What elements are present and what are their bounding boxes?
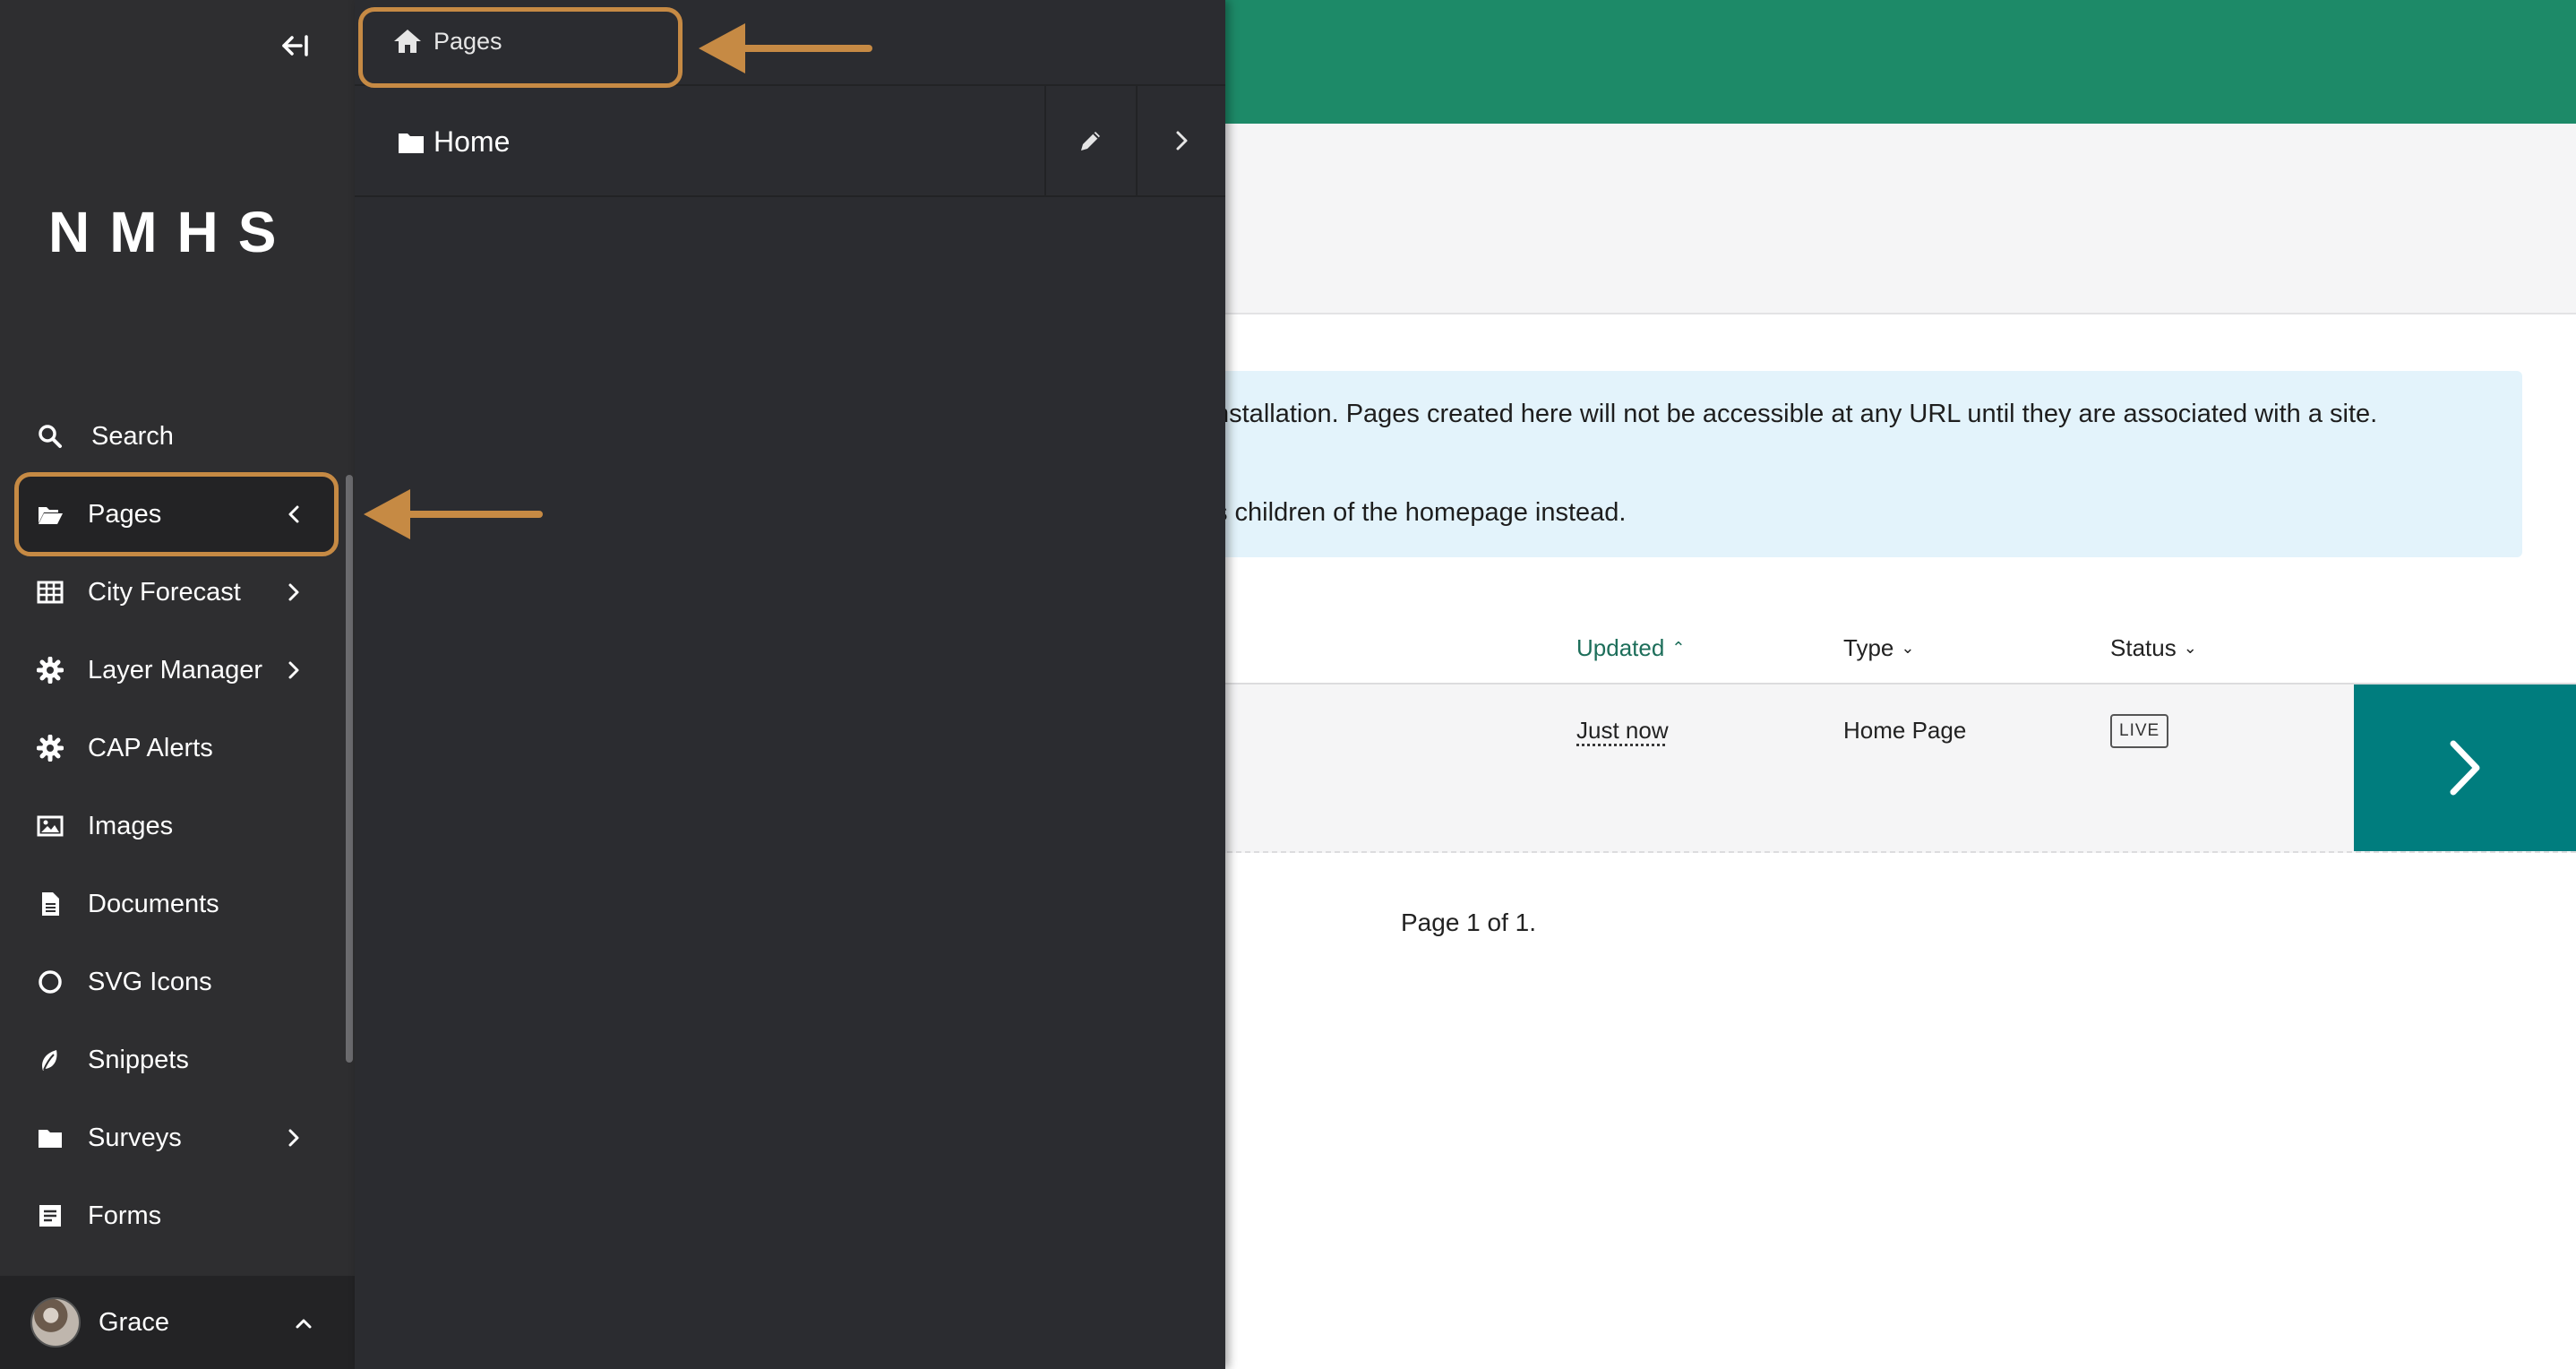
sidebar-item-snippets[interactable]: Snippets — [14, 1021, 335, 1098]
sidebar-item-label: Pages — [88, 499, 162, 529]
sidebar-item-documents[interactable]: Documents — [14, 865, 335, 943]
sidebar-item-surveys[interactable]: Surveys — [14, 1099, 335, 1176]
chevron-right-icon — [288, 583, 299, 601]
sidebar-item-label: CAP Alerts — [88, 733, 213, 762]
arrow-left-icon — [699, 23, 872, 73]
explorer-item-label: Home — [434, 125, 511, 158]
arrow-left-icon — [364, 489, 543, 539]
page-explorer: Pages Home — [355, 0, 1225, 1369]
explorer-item[interactable]: Home — [355, 86, 1225, 197]
sidebar-item-label: Snippets — [88, 1045, 189, 1074]
folder-icon — [34, 1122, 66, 1154]
column-header-status[interactable]: Status ⌄ — [2110, 634, 2197, 662]
explore-children-button[interactable] — [1136, 86, 1225, 195]
document-icon — [34, 888, 66, 920]
pagination: Page 1 of 1. — [1401, 908, 1537, 936]
chevron-down-icon: ⌄ — [1901, 639, 1915, 657]
sidebar-item-layer-manager[interactable]: Layer Manager — [14, 632, 335, 709]
chevron-right-icon — [1176, 131, 1188, 151]
cell-updated: Just now — [1576, 717, 1669, 744]
sidebar-item-search[interactable]: Search — [14, 398, 335, 475]
sidebar-item-label: Documents — [88, 889, 219, 918]
sidebar-item-label: Search — [91, 421, 174, 451]
column-header-updated-label: Updated — [1576, 634, 1665, 661]
breadcrumb-label: Pages — [434, 27, 502, 55]
row-open-button[interactable] — [2354, 684, 2576, 851]
search-icon — [34, 420, 66, 452]
column-header-status-label: Status — [2110, 634, 2177, 661]
sidebar-item-svg-icons[interactable]: SVG Icons — [14, 943, 335, 1020]
sidebar-item-city-forecast[interactable]: City Forecast — [14, 554, 335, 631]
edit-page-button[interactable] — [1044, 86, 1136, 195]
sidebar-scrollbar[interactable] — [346, 475, 353, 1063]
gear-icon — [34, 654, 66, 686]
sidebar-item-label: SVG Icons — [88, 967, 212, 996]
sidebar-item-label: Layer Manager — [88, 655, 263, 684]
chevron-left-icon — [288, 505, 299, 523]
help-text-line-1: nstallation. Pages created here will not… — [1215, 400, 2378, 428]
chevron-right-icon — [288, 1129, 299, 1147]
status-badge: LIVE — [2110, 714, 2169, 748]
sidebar-item-label: Surveys — [88, 1123, 182, 1152]
chevron-up-icon — [296, 1319, 312, 1329]
avatar — [30, 1297, 81, 1347]
cell-type: Home Page — [1843, 717, 1967, 744]
account-menu[interactable]: Grace — [0, 1276, 355, 1369]
sidebar-item-forms[interactable]: Forms — [14, 1177, 335, 1254]
column-header-type-label: Type — [1843, 634, 1894, 661]
pencil-icon — [1081, 132, 1100, 151]
chevron-right-icon — [2450, 740, 2480, 796]
explorer-item-title[interactable]: Home — [398, 125, 510, 159]
sidebar-item-cap-alerts[interactable]: CAP Alerts — [14, 710, 335, 787]
column-header-type[interactable]: Type ⌄ — [1843, 634, 1914, 662]
chevron-up-icon: ⌃ — [1671, 639, 1686, 657]
account-name: Grace — [99, 1307, 169, 1337]
circle-icon — [34, 966, 66, 998]
home-icon — [394, 30, 421, 53]
chevron-right-icon — [288, 661, 299, 679]
collapse-left-icon — [282, 35, 308, 56]
sidebar-item-label: Forms — [88, 1201, 162, 1230]
column-header-updated[interactable]: Updated ⌃ — [1576, 634, 1685, 662]
sidebar-item-label: Images — [88, 811, 174, 840]
breadcrumb[interactable]: Pages — [392, 27, 502, 56]
leaf-icon — [34, 1044, 66, 1076]
sidebar-item-label: City Forecast — [88, 577, 241, 607]
form-icon — [34, 1200, 66, 1232]
folder-icon — [399, 133, 424, 153]
gear-icon — [34, 732, 66, 764]
chevron-down-icon: ⌄ — [2183, 639, 2197, 657]
image-icon — [34, 810, 66, 842]
sidebar: NMHS Search Pages City Forecast Layer Ma… — [0, 0, 355, 1369]
help-text-line-2: s children of the homepage instead. — [1215, 498, 1627, 527]
sidebar-item-images[interactable]: Images — [14, 788, 335, 865]
table-icon — [34, 576, 66, 608]
folder-open-icon — [34, 498, 66, 530]
sidebar-item-pages[interactable]: Pages — [14, 476, 335, 553]
collapse-sidebar-button[interactable] — [274, 25, 315, 66]
site-logo[interactable]: NMHS — [48, 199, 296, 265]
